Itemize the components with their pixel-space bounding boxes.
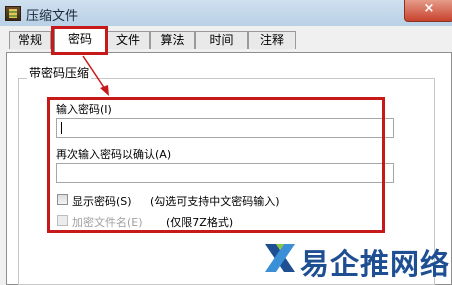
arrow-annotation xyxy=(82,55,109,96)
